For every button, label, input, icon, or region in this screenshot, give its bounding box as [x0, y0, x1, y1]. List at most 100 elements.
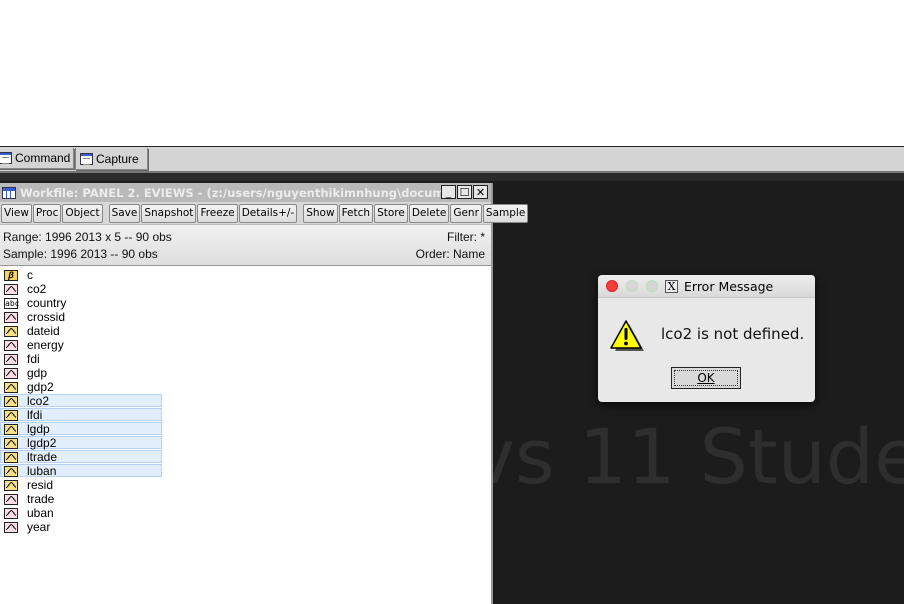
- object-item-country[interactable]: abc country: [0, 296, 491, 310]
- sample-button[interactable]: Sample: [482, 203, 529, 223]
- object-name: gdp2: [27, 380, 54, 394]
- object-item-lgdp2[interactable]: lgdp2: [0, 436, 491, 450]
- sample-label[interactable]: Sample: 1996 2013 -- 90 obs: [3, 247, 158, 261]
- ok-label: OK: [697, 371, 715, 385]
- store-button[interactable]: Store: [374, 203, 408, 223]
- series-icon: [4, 451, 18, 463]
- object-item-gdp2[interactable]: gdp2: [0, 380, 491, 394]
- object-name: gdp: [27, 366, 48, 380]
- series-icon: [4, 367, 18, 379]
- workfile-toolbar: View Proc Object Save Snapshot Freeze De…: [0, 202, 529, 225]
- minimize-icon[interactable]: [626, 280, 638, 292]
- object-name: luban: [27, 464, 57, 478]
- object-item-energy[interactable]: energy: [0, 338, 491, 352]
- range-label[interactable]: Range: 1996 2013 x 5 -- 90 obs: [3, 230, 172, 244]
- fetch-button[interactable]: Fetch: [338, 203, 374, 223]
- workfile-info-panel: Range: 1996 2013 x 5 -- 90 obs Sample: 1…: [0, 225, 491, 266]
- series-icon: [4, 493, 18, 505]
- object-name: co2: [27, 282, 47, 296]
- close-icon: ✕: [475, 185, 486, 199]
- workfile-title: Workfile: PANEL 2. EVIEWS - (z:/users/ng…: [20, 185, 452, 200]
- object-name: crossid: [27, 310, 66, 324]
- object-item-trade[interactable]: trade: [0, 492, 491, 506]
- object-item-dateid[interactable]: dateid: [0, 324, 491, 338]
- series-icon: [4, 339, 18, 351]
- object-item-lfdi[interactable]: lfdi: [0, 408, 491, 422]
- object-item-c[interactable]: βc: [0, 268, 491, 282]
- ok-button[interactable]: OK: [671, 367, 741, 389]
- tab-label: Command: [15, 151, 71, 165]
- error-dialog: X Error Message lco2 is not defined. OK: [598, 275, 815, 402]
- workfile-icon: [2, 186, 16, 199]
- object-name: lfdi: [27, 408, 43, 422]
- zoom-icon[interactable]: [646, 280, 658, 292]
- alpha-series-icon: abc: [4, 297, 20, 309]
- object-name: c: [27, 268, 33, 282]
- object-item-gdp[interactable]: gdp: [0, 366, 491, 380]
- minimize-button[interactable]: _: [441, 185, 456, 199]
- workfile-window: Workfile: PANEL 2. EVIEWS - (z:/users/ng…: [0, 183, 529, 604]
- object-name: fdi: [27, 352, 40, 366]
- series-icon: [4, 465, 18, 477]
- maximize-button[interactable]: ☐: [457, 185, 472, 199]
- maximize-icon: ☐: [459, 185, 470, 199]
- object-item-year[interactable]: year: [0, 520, 491, 534]
- command-window-icon: [0, 152, 12, 164]
- series-icon: [4, 283, 18, 295]
- object-name: dateid: [27, 324, 60, 338]
- save-button[interactable]: Save: [108, 203, 141, 223]
- object-item-co2[interactable]: co2: [0, 282, 491, 296]
- series-icon: [4, 395, 18, 407]
- capture-window-icon: [80, 152, 93, 165]
- workfile-titlebar[interactable]: Workfile: PANEL 2. EVIEWS - (z:/users/ng…: [0, 183, 491, 202]
- object-name: year: [27, 520, 51, 534]
- x11-app-icon: X: [665, 279, 678, 293]
- series-icon: [4, 423, 18, 435]
- object-item-lgdp[interactable]: lgdp: [0, 422, 491, 436]
- genr-button[interactable]: Genr: [450, 203, 482, 223]
- close-button[interactable]: ✕: [473, 185, 488, 199]
- series-icon: [4, 521, 18, 533]
- object-name: energy: [27, 338, 64, 352]
- object-item-resid[interactable]: resid: [0, 478, 491, 492]
- order-label[interactable]: Order: Name: [416, 247, 485, 261]
- object-list: β c co2 abc country crossid dateid energy fdi gdp…: [0, 266, 491, 604]
- object-name: resid: [27, 478, 54, 492]
- object-item-crossid[interactable]: crossid: [0, 310, 491, 324]
- snapshot-button[interactable]: Snapshot: [141, 203, 197, 223]
- tab-bar: Command Capture: [0, 146, 904, 173]
- proc-button[interactable]: Proc: [32, 203, 62, 223]
- details-button[interactable]: Details+/-: [238, 203, 298, 223]
- series-icon: [4, 507, 18, 519]
- dialog-title: Error Message: [684, 278, 774, 294]
- object-button[interactable]: Object: [62, 203, 103, 223]
- warning-icon: [610, 320, 644, 351]
- object-item-uban[interactable]: uban: [0, 506, 491, 520]
- freeze-button[interactable]: Freeze: [197, 203, 238, 223]
- blank-area: [0, 0, 904, 146]
- delete-button[interactable]: Delete: [408, 203, 450, 223]
- object-item-luban[interactable]: luban: [0, 464, 491, 478]
- object-item-ltrade[interactable]: ltrade: [0, 450, 491, 464]
- object-name: lco2: [27, 394, 50, 408]
- minimize-icon: _: [445, 185, 452, 199]
- object-item-fdi[interactable]: fdi: [0, 352, 491, 366]
- series-icon: [4, 381, 18, 393]
- tab-command[interactable]: Command: [0, 148, 74, 169]
- desktop-top-strip: [0, 173, 904, 181]
- series-icon: [4, 325, 18, 337]
- tab-capture[interactable]: Capture: [75, 148, 148, 170]
- series-icon: [4, 479, 18, 491]
- watermark: vs 11 Studen: [470, 412, 904, 501]
- object-item-lco2[interactable]: lco2: [0, 394, 491, 408]
- close-icon[interactable]: [606, 280, 618, 292]
- object-name: ltrade: [27, 450, 58, 464]
- coefficient-icon: β: [4, 269, 18, 281]
- object-name: uban: [27, 506, 54, 520]
- series-icon: [4, 353, 18, 365]
- series-icon: [4, 409, 18, 421]
- view-button[interactable]: View: [1, 203, 32, 223]
- dialog-titlebar[interactable]: X Error Message: [598, 275, 815, 298]
- filter-label[interactable]: Filter: *: [447, 230, 485, 244]
- show-button[interactable]: Show: [303, 203, 338, 223]
